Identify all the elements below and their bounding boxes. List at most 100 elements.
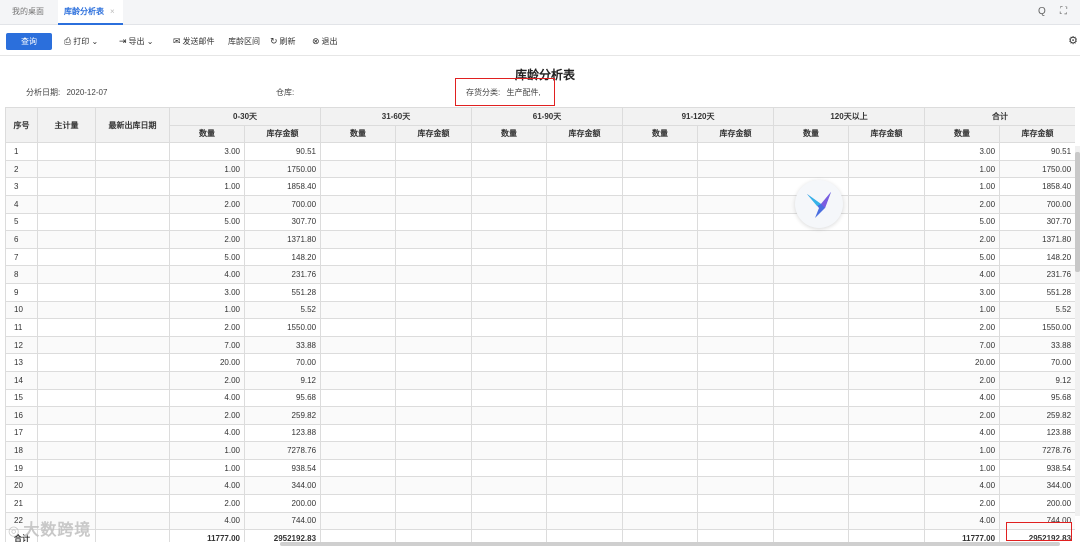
- table-row[interactable]: 13 20.00 70.00 20.00 70.00: [5, 353, 1075, 372]
- cell-empty: [848, 388, 926, 408]
- table-row[interactable]: 9 3.00 551.28 3.00 551.28: [5, 282, 1075, 302]
- cell-empty: [773, 353, 850, 372]
- cell-empty: [395, 441, 473, 460]
- search-icon[interactable]: Q: [1038, 6, 1046, 17]
- table-row[interactable]: 12 7.00 33.88 7.00 33.88: [5, 335, 1075, 355]
- cell-empty: [320, 318, 397, 337]
- cell-empty: [471, 265, 548, 284]
- cell-qty-total: 3.00: [924, 282, 1001, 302]
- cell-qty-0-30: 7.00: [169, 335, 245, 355]
- cell-qty-0-30: 2.00: [169, 230, 245, 249]
- cell-empty: [773, 458, 850, 478]
- table-row[interactable]: 17 4.00 123.88 4.00 123.88: [5, 423, 1075, 443]
- table-row[interactable]: 20 4.00 344.00 4.00 344.00: [5, 476, 1075, 496]
- cell-qty-total: 1.00: [924, 300, 1001, 320]
- cell-empty: [622, 370, 699, 390]
- cell-amount-total: 231.76: [999, 265, 1075, 284]
- send-mail-button[interactable]: ✉ 发送邮件: [173, 36, 215, 47]
- table-row[interactable]: 3 1.00 1858.40 1.00 1858.40: [5, 177, 1075, 196]
- cell-empty: [622, 406, 699, 425]
- cell-empty: [848, 142, 926, 161]
- vertical-scroll-thumb[interactable]: [1075, 152, 1080, 272]
- table-row[interactable]: 1 3.00 90.51 3.00 90.51: [5, 142, 1075, 161]
- exit-button[interactable]: ⊗ 退出: [312, 36, 338, 47]
- tab-home[interactable]: 我的桌面: [12, 6, 44, 17]
- cell-empty: [471, 230, 548, 249]
- cell-empty: [546, 247, 624, 267]
- gear-icon[interactable]: ⚙: [1068, 34, 1078, 47]
- cell-amount-total: 1750.00: [999, 159, 1075, 179]
- table-row[interactable]: 2 1.00 1750.00 1.00 1750.00: [5, 159, 1075, 179]
- cell-empty: [395, 388, 473, 408]
- cell-unit: [37, 458, 96, 478]
- table-row[interactable]: 11 2.00 1550.00 2.00 1550.00: [5, 318, 1075, 337]
- cell-empty: [471, 177, 548, 196]
- cell-empty: [395, 423, 473, 443]
- warehouse-label: 仓库:: [276, 88, 295, 97]
- cell-empty: [848, 458, 926, 478]
- print-button[interactable]: ⎙ 打印 ⌄: [64, 36, 98, 47]
- fullscreen-icon[interactable]: ⛶: [1060, 6, 1067, 17]
- cell-empty: [395, 529, 473, 542]
- cell-empty: [395, 476, 473, 496]
- cell-empty: [773, 370, 850, 390]
- header-qty: 数量: [320, 124, 397, 144]
- cell-empty: [395, 142, 473, 161]
- cell-empty: [773, 511, 850, 531]
- cell-empty: [773, 335, 850, 355]
- cell-empty: [622, 511, 699, 531]
- table-row[interactable]: 15 4.00 95.68 4.00 95.68: [5, 388, 1075, 408]
- header-qty: 数量: [924, 124, 1001, 144]
- cell-qty-total: 2.00: [924, 194, 1001, 214]
- table-row[interactable]: 22 4.00 744.00 4.00 744.00: [5, 511, 1075, 531]
- cell-empty: [848, 300, 926, 320]
- cell-amount-total: 1371.80: [999, 230, 1075, 249]
- table-row[interactable]: 7 5.00 148.20 5.00 148.20: [5, 247, 1075, 267]
- table-row[interactable]: 6 2.00 1371.80 2.00 1371.80: [5, 230, 1075, 249]
- cell-empty: [773, 441, 850, 460]
- cell-amount-total: 700.00: [999, 194, 1075, 214]
- cell-qty-total: 1.00: [924, 159, 1001, 179]
- toolbar: 查询 ⎙ 打印 ⌄ ⇥ 导出 ⌄ ✉ 发送邮件 库龄区间 ↻ 刷新 ⊗ 退出 ⚙: [0, 26, 1080, 56]
- cell-empty: [546, 511, 624, 531]
- cell-qty-total: 5.00: [924, 247, 1001, 267]
- header-amount: 库存金额: [243, 124, 322, 144]
- table-row[interactable]: 14 2.00 9.12 2.00 9.12: [5, 370, 1075, 390]
- cell-empty: [697, 441, 775, 460]
- tab-age-analysis[interactable]: 库龄分析表 ×: [58, 0, 123, 25]
- cell-empty: [773, 300, 850, 320]
- bird-logo-icon[interactable]: [795, 180, 843, 228]
- refresh-button[interactable]: ↻ 刷新: [270, 36, 296, 47]
- table-row[interactable]: 5 5.00 307.70 5.00 307.70: [5, 212, 1075, 232]
- table-row[interactable]: 4 2.00 700.00 2.00 700.00: [5, 194, 1075, 214]
- cell-amount-total: 344.00: [999, 476, 1075, 496]
- cell-empty: [622, 159, 699, 179]
- cell-empty: [320, 142, 397, 161]
- horizontal-scrollbar[interactable]: [280, 542, 1060, 546]
- cell-qty-total: 4.00: [924, 511, 1001, 531]
- table-row[interactable]: 19 1.00 938.54 1.00 938.54: [5, 458, 1075, 478]
- cell-empty: [471, 370, 548, 390]
- cell-empty: [622, 194, 699, 214]
- cell-empty: [395, 406, 473, 425]
- total-amount-0-30: 2952192.83: [243, 529, 322, 542]
- header-amount: 库存金额: [546, 124, 624, 144]
- query-button[interactable]: 查询: [6, 33, 52, 50]
- tab-close-icon[interactable]: ×: [110, 7, 115, 16]
- tab-age-analysis-label: 库龄分析表: [64, 7, 104, 16]
- table-row[interactable]: 21 2.00 200.00 2.00 200.00: [5, 494, 1075, 513]
- table-row[interactable]: 8 4.00 231.76 4.00 231.76: [5, 265, 1075, 284]
- export-button[interactable]: ⇥ 导出 ⌄: [119, 36, 153, 47]
- cell-amount-0-30: 1858.40: [243, 177, 322, 196]
- cell-empty: [773, 388, 850, 408]
- table-row[interactable]: 18 1.00 7278.76 1.00 7278.76: [5, 441, 1075, 460]
- header-qty: 数量: [471, 124, 548, 144]
- cell-qty-0-30: 2.00: [169, 370, 245, 390]
- age-range-button[interactable]: 库龄区间: [228, 36, 260, 47]
- table-row[interactable]: 16 2.00 259.82 2.00 259.82: [5, 406, 1075, 425]
- cell-empty: [471, 300, 548, 320]
- cell-qty-total: 2.00: [924, 494, 1001, 513]
- cell-qty-0-30: 2.00: [169, 406, 245, 425]
- table-row[interactable]: 10 1.00 5.52 1.00 5.52: [5, 300, 1075, 320]
- cell-last-out-date: [95, 406, 170, 425]
